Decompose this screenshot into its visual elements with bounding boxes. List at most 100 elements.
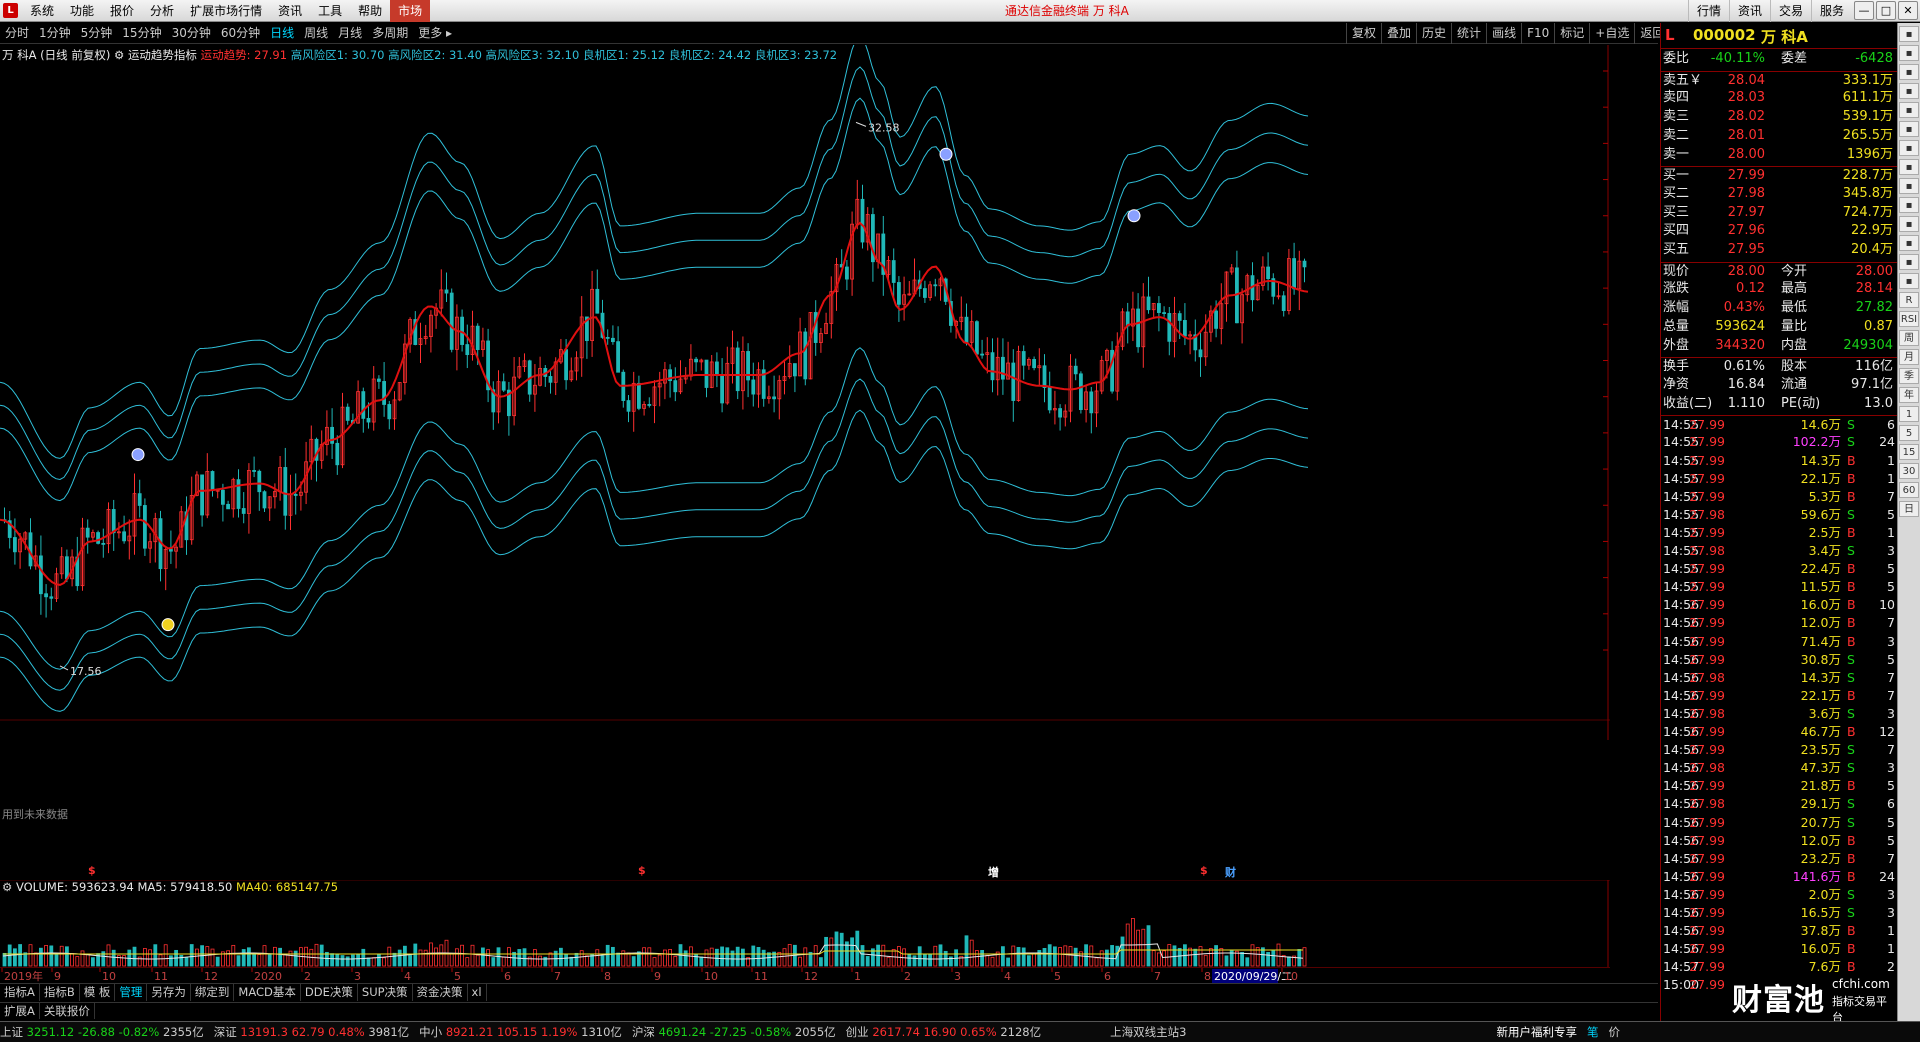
minimize-icon[interactable]: —	[1854, 1, 1874, 20]
tab-indicator-a[interactable]: 指标A	[0, 984, 40, 1001]
tool-button-日[interactable]: 日	[1899, 501, 1919, 517]
volume-bar	[486, 949, 491, 967]
index-上证[interactable]: 上证 3251.12 -26.88 -0.82% 2355亿	[0, 1024, 204, 1040]
period-tab-monthly[interactable]: 月线	[333, 23, 367, 44]
tool-icon[interactable]: ▪	[1899, 26, 1919, 42]
index-中小[interactable]: 中小 8921.21 105.15 1.19% 1310亿	[419, 1024, 622, 1040]
tab-save-as[interactable]: 另存为	[147, 984, 191, 1001]
tool-icon[interactable]: ▪	[1899, 83, 1919, 99]
volume-bar	[319, 944, 324, 967]
tick-price: 27.99	[1689, 868, 1725, 884]
tab-bind-to[interactable]: 绑定到	[191, 984, 235, 1001]
period-tab-5min[interactable]: 5分钟	[76, 23, 118, 44]
menu-extended-market[interactable]: 扩展市场行情	[182, 0, 270, 22]
tool-icon[interactable]: ▪	[1899, 121, 1919, 137]
tool-button-60[interactable]: 60	[1899, 482, 1919, 498]
tool-icon[interactable]: ▪	[1899, 64, 1919, 80]
tool-button-30[interactable]: 30	[1899, 463, 1919, 479]
event-marker[interactable]: 增	[988, 864, 999, 880]
price-label[interactable]: 价	[1609, 1024, 1621, 1040]
period-tab-more[interactable]: 更多 ▸	[413, 23, 457, 44]
period-tab-multi[interactable]: 多周期	[367, 23, 413, 44]
event-marker[interactable]: $	[638, 864, 646, 877]
tool-draw-button[interactable]: 画线	[1486, 23, 1521, 44]
tool-button-季[interactable]: 季	[1899, 368, 1919, 384]
tab-related-quote[interactable]: 关联报价	[40, 1003, 95, 1019]
event-marker[interactable]: $	[1200, 864, 1208, 877]
period-tab-1min[interactable]: 1分钟	[34, 23, 76, 44]
period-tab-intraday[interactable]: 分时	[0, 23, 34, 44]
menu-market[interactable]: 市场	[390, 0, 431, 22]
tool-icon[interactable]: ▪	[1899, 254, 1919, 270]
tab-sup[interactable]: SUP决策	[358, 984, 413, 1001]
menu-right-trade[interactable]: 交易	[1769, 0, 1811, 22]
volume-gear-icon[interactable]: ⚙	[2, 880, 12, 894]
kline-chart[interactable]: 34.0033.0032.0031.0030.0029.0028.0027.00…	[0, 45, 1610, 740]
index-深证[interactable]: 深证 13191.3 62.79 0.48% 3981亿	[214, 1024, 409, 1040]
menu-news[interactable]: 资讯	[270, 0, 310, 22]
indicator-gear-icon[interactable]: ⚙	[114, 48, 124, 62]
event-marker[interactable]: 财	[1225, 864, 1236, 880]
index-沪深[interactable]: 沪深 4691.24 -27.25 -0.58% 2055亿	[632, 1024, 836, 1040]
event-marker[interactable]: $	[88, 864, 96, 877]
candle-body	[694, 358, 698, 363]
menu-system[interactable]: 系统	[22, 0, 62, 22]
period-tab-60min[interactable]: 60分钟	[216, 23, 265, 44]
tool-icon[interactable]: ▪	[1899, 273, 1919, 289]
tool-button-5[interactable]: 5	[1899, 425, 1919, 441]
close-icon[interactable]: ✕	[1898, 1, 1918, 20]
tool-button-月[interactable]: 月	[1899, 349, 1919, 365]
tool-icon[interactable]: ▪	[1899, 235, 1919, 251]
menu-tools[interactable]: 工具	[310, 0, 350, 22]
tab-template[interactable]: 模 板	[80, 984, 116, 1001]
menu-help[interactable]: 帮助	[350, 0, 390, 22]
tool-icon[interactable]: ▪	[1899, 102, 1919, 118]
tool-icon[interactable]: ▪	[1899, 178, 1919, 194]
tick-count: 1	[1887, 470, 1895, 486]
tool-button-周[interactable]: 周	[1899, 330, 1919, 346]
tool-button-年[interactable]: 年	[1899, 387, 1919, 403]
volume-bar	[980, 950, 984, 967]
period-tab-weekly[interactable]: 周线	[299, 23, 333, 44]
tab-macd[interactable]: MACD基本	[234, 984, 301, 1001]
period-tab-daily[interactable]: 日线	[265, 23, 299, 44]
server-label[interactable]: 上海双线主站3	[1110, 1024, 1186, 1040]
tab-xl[interactable]: xl	[468, 984, 487, 1001]
tool-icon[interactable]: ▪	[1899, 197, 1919, 213]
pen-label[interactable]: 笔	[1587, 1024, 1599, 1040]
menu-analysis[interactable]: 分析	[142, 0, 182, 22]
tool-button-15[interactable]: 15	[1899, 444, 1919, 460]
tool-icon[interactable]: ▪	[1899, 159, 1919, 175]
indicator-name-label[interactable]: 运动趋势指标	[128, 48, 197, 62]
menu-right-service[interactable]: 服务	[1810, 0, 1852, 22]
tab-dde[interactable]: DDE决策	[301, 984, 358, 1001]
period-tab-15min[interactable]: 15分钟	[117, 23, 166, 44]
tool-button-1[interactable]: 1	[1899, 406, 1919, 422]
tab-capital[interactable]: 资金决策	[413, 984, 468, 1001]
period-tab-30min[interactable]: 30分钟	[167, 23, 216, 44]
tool-button-R[interactable]: R	[1899, 292, 1919, 308]
tool-mark-button[interactable]: 标记	[1554, 23, 1589, 44]
tool-button-RSI[interactable]: RSI	[1899, 311, 1919, 327]
tool-overlay-button[interactable]: 叠加	[1381, 23, 1416, 44]
tab-extended-a[interactable]: 扩展A	[0, 1003, 40, 1019]
tool-icon[interactable]: ▪	[1899, 45, 1919, 61]
tool-icon[interactable]: ▪	[1899, 216, 1919, 232]
tool-history-button[interactable]: 历史	[1416, 23, 1451, 44]
index-创业[interactable]: 创业 2617.74 16.90 0.65% 2128亿	[846, 1024, 1041, 1040]
menu-right-news[interactable]: 资讯	[1728, 0, 1770, 22]
menu-quote[interactable]: 报价	[102, 0, 142, 22]
candle-body	[891, 260, 896, 283]
volume-chart[interactable]: 2000010000X100	[0, 880, 1610, 975]
tool-adjust-button[interactable]: 复权	[1346, 23, 1381, 44]
maximize-icon[interactable]: □	[1876, 1, 1896, 20]
menu-function[interactable]: 功能	[62, 0, 102, 22]
tab-manage[interactable]: 管理	[115, 984, 148, 1001]
tool-f10-button[interactable]: F10	[1521, 23, 1554, 44]
tab-indicator-b[interactable]: 指标B	[40, 984, 80, 1001]
menu-right-quote[interactable]: 行情	[1687, 0, 1729, 22]
promo-link[interactable]: 新用户福利专享	[1497, 1024, 1578, 1040]
tool-watchlist-button[interactable]: +自选	[1589, 23, 1634, 44]
tool-stats-button[interactable]: 统计	[1451, 23, 1486, 44]
tool-icon[interactable]: ▪	[1899, 140, 1919, 156]
